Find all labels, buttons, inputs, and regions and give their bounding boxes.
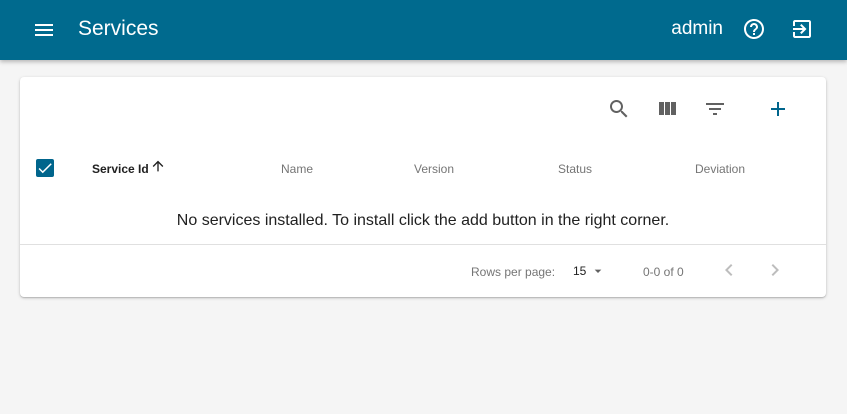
column-header-version[interactable]: Version	[414, 161, 454, 177]
chevron-left-icon	[725, 264, 733, 276]
column-header-status[interactable]: Status	[558, 161, 592, 177]
help-icon	[744, 19, 764, 39]
filter-list-icon	[706, 103, 724, 115]
user-name[interactable]: admin	[671, 16, 723, 42]
empty-state-message: No services installed. To install click …	[176, 212, 670, 229]
search-button[interactable]	[607, 97, 631, 121]
logout-icon	[793, 20, 811, 38]
chevron-right-icon	[771, 264, 779, 276]
select-all-checkbox[interactable]	[36, 159, 54, 177]
check-icon	[38, 163, 52, 174]
table-header-row: Service Id Name Version Status Deviation	[20, 155, 826, 183]
rows-per-page-label: Rows per page:	[471, 265, 556, 279]
app-bar: Services admin	[0, 0, 847, 60]
add-service-button[interactable]	[766, 97, 790, 121]
column-header-name[interactable]: Name	[281, 161, 313, 177]
logout-button[interactable]	[790, 17, 814, 41]
pagination-range: 0-0 of 0	[643, 265, 684, 279]
column-header-deviation[interactable]: Deviation	[695, 161, 745, 177]
arrow-up-icon[interactable]	[150, 158, 166, 174]
previous-page-button[interactable]	[717, 258, 741, 282]
next-page-button[interactable]	[763, 258, 787, 282]
table-pagination: Rows per page: 15 0-0 of 0	[20, 245, 826, 297]
rows-per-page-value: 15	[573, 264, 587, 278]
filter-button[interactable]	[703, 97, 727, 121]
add-icon	[771, 102, 785, 116]
view-column-icon	[659, 102, 676, 115]
menu-icon	[35, 24, 53, 36]
services-table-card: Service Id Name Version Status Deviation…	[20, 77, 826, 297]
column-header-service-id[interactable]: Service Id	[92, 161, 149, 177]
rows-per-page-select[interactable]: 15	[573, 261, 609, 281]
view-columns-button[interactable]	[655, 97, 679, 121]
menu-button[interactable]	[32, 18, 56, 42]
help-button[interactable]	[742, 17, 766, 41]
search-icon	[610, 100, 628, 118]
page-title: Services	[78, 17, 159, 40]
arrow-drop-down-icon	[594, 269, 602, 273]
